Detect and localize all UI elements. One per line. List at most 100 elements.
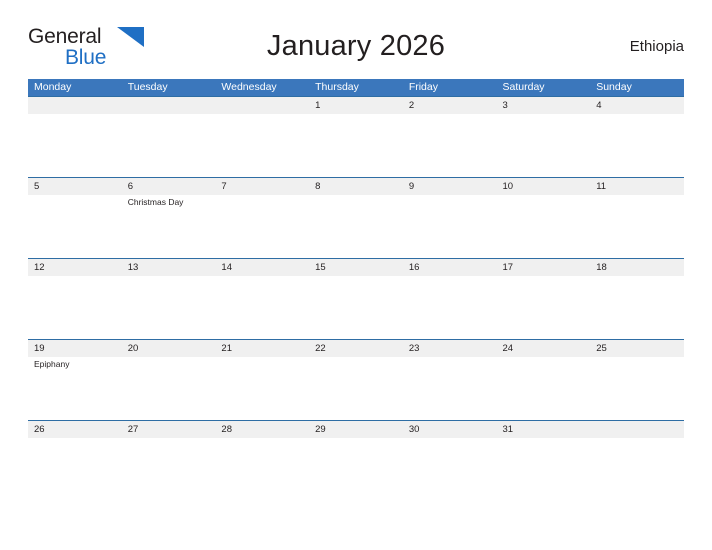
day-events-cell[interactable]: [403, 114, 497, 177]
calendar-page: General Blue January 2026 Ethiopia Monda…: [0, 0, 712, 550]
page-header: General Blue January 2026 Ethiopia: [28, 24, 684, 72]
date-number[interactable]: [122, 97, 216, 114]
date-number[interactable]: 26: [28, 421, 122, 438]
day-events-cell[interactable]: [590, 114, 684, 177]
weekday-header-row: Monday Tuesday Wednesday Thursday Friday…: [28, 79, 684, 96]
date-number[interactable]: 7: [215, 178, 309, 195]
date-number[interactable]: 30: [403, 421, 497, 438]
day-events-cell[interactable]: [497, 114, 591, 177]
date-number[interactable]: 2: [403, 97, 497, 114]
date-number[interactable]: 17: [497, 259, 591, 276]
week-event-band: [28, 276, 684, 339]
day-events-cell[interactable]: [309, 357, 403, 420]
date-number[interactable]: 24: [497, 340, 591, 357]
day-events-cell[interactable]: [403, 195, 497, 258]
weekday-header-monday: Monday: [34, 81, 72, 93]
day-events-cell[interactable]: [497, 195, 591, 258]
day-events-cell[interactable]: [122, 114, 216, 177]
week-date-band: 12 13 14 15 16 17 18: [28, 259, 684, 276]
calendar-week-row: 19 20 21 22 23 24 25 Epiphany: [28, 339, 684, 420]
day-events-cell[interactable]: [309, 276, 403, 339]
date-number[interactable]: [28, 97, 122, 114]
country-label: Ethiopia: [629, 38, 684, 55]
day-events-cell[interactable]: [309, 195, 403, 258]
date-number[interactable]: 15: [309, 259, 403, 276]
week-event-band: [28, 114, 684, 177]
week-date-band: 5 6 7 8 9 10 11: [28, 178, 684, 195]
week-event-band: [28, 438, 684, 501]
calendar-grid: Monday Tuesday Wednesday Thursday Friday…: [28, 79, 684, 501]
day-events-cell[interactable]: [497, 438, 591, 501]
calendar-week-row: 12 13 14 15 16 17 18: [28, 258, 684, 339]
day-events-cell[interactable]: [590, 195, 684, 258]
date-number[interactable]: 23: [403, 340, 497, 357]
date-number[interactable]: 10: [497, 178, 591, 195]
day-events-cell[interactable]: [215, 438, 309, 501]
date-number[interactable]: 21: [215, 340, 309, 357]
date-number[interactable]: 3: [497, 97, 591, 114]
day-events-cell[interactable]: [28, 438, 122, 501]
holiday-label: Epiphany: [34, 359, 70, 369]
day-events-cell[interactable]: [122, 438, 216, 501]
date-number[interactable]: 12: [28, 259, 122, 276]
date-number[interactable]: 1: [309, 97, 403, 114]
calendar-week-row: 1 2 3 4: [28, 96, 684, 177]
weekday-header-sunday: Sunday: [596, 81, 632, 93]
date-number[interactable]: 8: [309, 178, 403, 195]
date-number[interactable]: 11: [590, 178, 684, 195]
day-events-cell[interactable]: [403, 276, 497, 339]
day-events-cell[interactable]: [28, 195, 122, 258]
date-number[interactable]: 31: [497, 421, 591, 438]
date-number[interactable]: 28: [215, 421, 309, 438]
date-number[interactable]: 16: [403, 259, 497, 276]
date-number[interactable]: 13: [122, 259, 216, 276]
day-events-cell[interactable]: [497, 276, 591, 339]
day-events-cell[interactable]: [590, 438, 684, 501]
day-events-cell[interactable]: Christmas Day: [122, 195, 216, 258]
day-events-cell[interactable]: [403, 438, 497, 501]
day-events-cell[interactable]: [590, 276, 684, 339]
week-event-band: Christmas Day: [28, 195, 684, 258]
day-events-cell[interactable]: [28, 276, 122, 339]
day-events-cell[interactable]: Epiphany: [28, 357, 122, 420]
weekday-header-tuesday: Tuesday: [127, 81, 168, 93]
day-events-cell[interactable]: [215, 276, 309, 339]
day-events-cell[interactable]: [590, 357, 684, 420]
calendar-week-row: 26 27 28 29 30 31: [28, 420, 684, 501]
page-title: January 2026: [266, 30, 446, 62]
day-events-cell[interactable]: [215, 114, 309, 177]
week-event-band: Epiphany: [28, 357, 684, 420]
date-number[interactable]: 25: [590, 340, 684, 357]
day-events-cell[interactable]: [122, 357, 216, 420]
week-date-band: 26 27 28 29 30 31: [28, 421, 684, 438]
calendar-week-row: 5 6 7 8 9 10 11 Christmas Day: [28, 177, 684, 258]
day-events-cell[interactable]: [122, 276, 216, 339]
date-number[interactable]: [215, 97, 309, 114]
date-number[interactable]: 29: [309, 421, 403, 438]
day-events-cell[interactable]: [28, 114, 122, 177]
holiday-label: Christmas Day: [127, 197, 184, 207]
day-events-cell[interactable]: [215, 357, 309, 420]
day-events-cell[interactable]: [309, 114, 403, 177]
date-number[interactable]: 22: [309, 340, 403, 357]
date-number[interactable]: 9: [403, 178, 497, 195]
day-events-cell[interactable]: [403, 357, 497, 420]
date-number[interactable]: 27: [122, 421, 216, 438]
day-events-cell[interactable]: [497, 357, 591, 420]
date-number[interactable]: 20: [122, 340, 216, 357]
weekday-header-saturday: Saturday: [502, 81, 545, 93]
date-number[interactable]: 6: [122, 178, 216, 195]
weekday-header-thursday: Thursday: [315, 81, 359, 93]
date-number[interactable]: 19: [28, 340, 122, 357]
date-number[interactable]: 5: [28, 178, 122, 195]
week-date-band: 19 20 21 22 23 24 25: [28, 340, 684, 357]
weekday-header-friday: Friday: [408, 81, 438, 93]
weekday-header-wednesday: Wednesday: [221, 81, 277, 93]
week-date-band: 1 2 3 4: [28, 97, 684, 114]
date-number[interactable]: 4: [590, 97, 684, 114]
date-number[interactable]: 14: [215, 259, 309, 276]
date-number[interactable]: 18: [590, 259, 684, 276]
date-number[interactable]: [590, 421, 684, 438]
day-events-cell[interactable]: [215, 195, 309, 258]
day-events-cell[interactable]: [309, 438, 403, 501]
